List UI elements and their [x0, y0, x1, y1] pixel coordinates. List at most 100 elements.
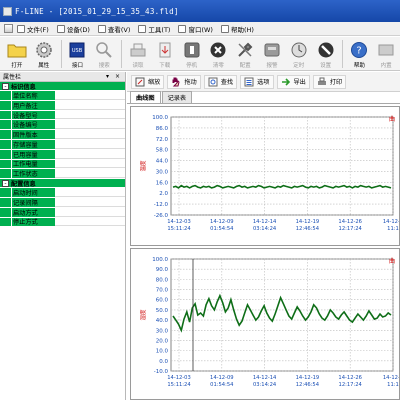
help-icon: ? [349, 40, 369, 60]
y-tick-label: 86.0 [156, 126, 169, 132]
tools-menu-icon [138, 24, 147, 33]
options-button[interactable]: 选项 [240, 74, 274, 89]
menu-help[interactable]: 帮助(H) [220, 24, 254, 34]
property-key: 记录间隔 [11, 197, 55, 207]
property-row[interactable]: 记录间隔 [0, 197, 125, 208]
property-value [55, 91, 125, 100]
x-tick-label: 14-12-26 [338, 375, 362, 381]
menu-view-label: 查看(V) [107, 25, 131, 34]
hand-icon [171, 77, 181, 87]
export-label: 导出 [293, 79, 306, 86]
property-value [55, 130, 125, 139]
open-label: 打开 [11, 63, 23, 69]
download-button[interactable]: 读取 [125, 37, 151, 70]
print-button[interactable]: 打印 [312, 74, 347, 89]
property-value [55, 188, 125, 197]
property-row[interactable]: 启动时间 [0, 188, 125, 198]
set-button[interactable]: 设置 [313, 37, 339, 70]
view-tabs: 曲线图 记录表 [127, 91, 400, 104]
property-panel-title: 属性栏 [3, 74, 22, 81]
upload-icon [155, 40, 175, 60]
chart-view: 缩放 拖动 查找 选项 导出 打印 曲线图 记录表 100.0 86.0 72.0 5… [127, 72, 400, 400]
property-value [55, 149, 125, 159]
row-indent [0, 188, 11, 197]
menu-tools-label: 工具(T) [148, 25, 171, 34]
clock-icon [289, 40, 309, 60]
menu-window[interactable]: 窗口(W) [178, 24, 213, 34]
menu-device[interactable]: 设备(D) [56, 24, 90, 34]
property-key: 停止方式 [11, 217, 55, 226]
y-tick-label: 10.0 [156, 349, 169, 355]
property-key: 启动时间 [11, 188, 55, 197]
property-row[interactable]: 启动方式 [0, 207, 125, 218]
property-row[interactable]: 设备编号 [0, 120, 125, 131]
menu-tools[interactable]: 工具(T) [138, 24, 170, 34]
collapse-icon[interactable]: - [2, 179, 9, 187]
zoom-button[interactable]: 缩放 [131, 74, 165, 89]
collapse-icon[interactable]: - [2, 82, 9, 90]
find-button[interactable]: 查找 [203, 74, 238, 89]
property-row[interactable]: 停止方式 [0, 217, 125, 228]
panel-controls[interactable]: ▾ × [106, 73, 122, 80]
row-indent [0, 197, 11, 207]
help-button[interactable]: ? 帮助 [346, 37, 372, 70]
x-tick-label: 11:1 [387, 382, 399, 388]
download-icon [128, 40, 148, 60]
chart-title: 曲 [389, 115, 395, 123]
menu-view[interactable]: 查看(V) [97, 24, 131, 34]
search-button[interactable]: 搜索 [91, 37, 117, 70]
y-tick-label: 60.0 [156, 298, 169, 304]
temperature-chart[interactable]: 100.0 86.0 72.0 58.0 44.0 30.0 16.0 2.0 -12.0 -26… [130, 106, 400, 246]
open-button[interactable]: 打开 [4, 37, 30, 70]
export-button[interactable]: 导出 [276, 74, 310, 89]
find-label: 查找 [220, 79, 234, 86]
x-tick-label: 03:14:24 [253, 226, 277, 232]
row-indent [0, 130, 11, 139]
builtin-button[interactable]: 内置 [373, 37, 399, 70]
y-tick-label: 2.0 [159, 191, 168, 197]
app-icon [3, 6, 12, 16]
alarm-button[interactable]: 报警 [259, 37, 285, 70]
toolbar-separator [60, 40, 62, 68]
property-row[interactable]: 用户备注 [0, 100, 125, 111]
property-value [55, 100, 125, 110]
tab-curve[interactable]: 曲线图 [130, 91, 161, 103]
humidity-chart[interactable]: 100.0 90.0 80.0 70.0 60.0 50.0 40.0 30.0 20.0 10.… [130, 248, 400, 400]
y-tick-label: 50.0 [156, 308, 169, 314]
printer-icon [317, 77, 327, 87]
port-button[interactable]: USB 接口 [65, 37, 91, 70]
property-row[interactable]: 已用容量 [0, 149, 125, 160]
property-panel-header: 属性栏 ▾ × [0, 72, 125, 82]
upload-button[interactable]: 下载 [152, 37, 178, 70]
document-icon[interactable] [4, 24, 13, 33]
clear-button[interactable]: 清零 [205, 37, 231, 70]
group-config[interactable]: - 配置信息 [0, 179, 125, 189]
property-key: 单位名称 [11, 91, 55, 100]
property-key: 用户备注 [11, 100, 55, 110]
stop-button[interactable]: 停机 [179, 37, 205, 70]
tab-record-table[interactable]: 记录表 [161, 91, 193, 103]
search-label: 搜索 [98, 63, 110, 69]
config-button[interactable]: 配置 [232, 37, 258, 70]
menu-file[interactable]: 文件(F) [17, 24, 49, 34]
y-tick-label: 70.0 [156, 288, 169, 294]
group-identity[interactable]: - 标识信息 [0, 82, 125, 91]
property-value [55, 120, 125, 130]
property-value [55, 110, 125, 120]
x-tick-label: 12:46:54 [296, 382, 320, 388]
property-row[interactable]: 设备型号 [0, 110, 125, 121]
title-bar: F-LINE - [2015_01_29_15_35_43.fld] [0, 0, 400, 22]
y-axis-label: 湿度 [139, 309, 147, 321]
humidity-chart-svg: 100.0 90.0 80.0 70.0 60.0 50.0 40.0 30.0 20.0 10.… [139, 257, 399, 388]
y-tick-label: 44.0 [156, 159, 169, 165]
usb-icon: USB [67, 40, 87, 60]
drag-button[interactable]: 拖动 [167, 74, 201, 89]
timing-button[interactable]: 定时 [286, 37, 312, 70]
property-row[interactable]: 单位名称 [0, 91, 125, 101]
property-row[interactable]: 存储容量 [0, 139, 125, 150]
properties-button[interactable]: 属性 [31, 37, 57, 70]
property-row[interactable]: 固件版本 [0, 130, 125, 140]
property-row[interactable]: 工作电量 [0, 159, 125, 170]
window-title: F-LINE - [2015_01_29_15_35_43.fld] [15, 6, 179, 16]
alarm-label: 报警 [266, 63, 278, 69]
